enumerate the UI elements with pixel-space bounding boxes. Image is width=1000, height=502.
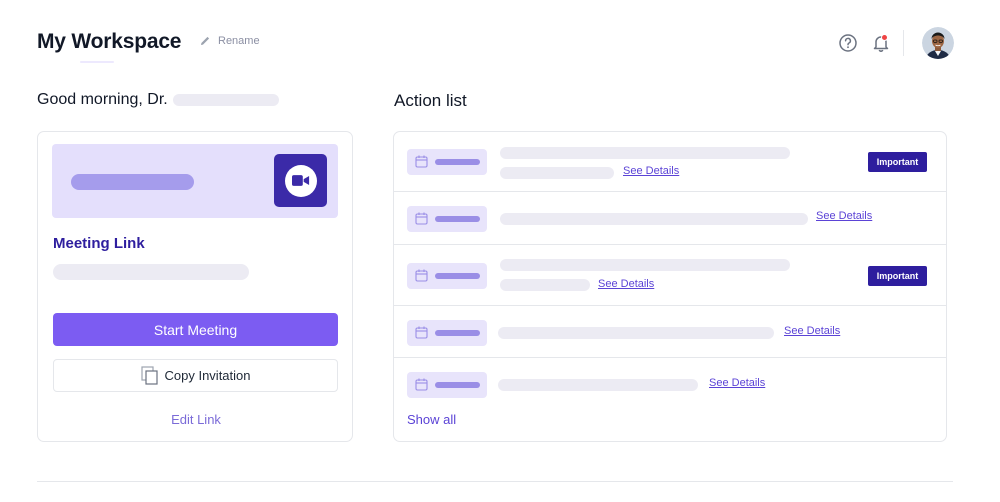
help-icon[interactable] (838, 33, 858, 53)
notification-dot (881, 34, 888, 41)
important-badge: Important (868, 266, 927, 286)
date-chip (407, 149, 487, 175)
action-list-title: Action list (394, 91, 467, 110)
copy-invitation-button[interactable]: Copy Invitation (53, 359, 338, 392)
important-badge: Important (868, 152, 927, 172)
header-divider (903, 30, 904, 56)
date-chip (407, 372, 487, 398)
greeting-text: Good morning, Dr. (37, 91, 168, 108)
meeting-card: Meeting Link Start Meeting Copy Invitati… (37, 131, 353, 442)
meeting-banner (52, 144, 338, 218)
date-chip (407, 263, 487, 289)
video-camera-icon (284, 164, 317, 197)
see-details-link[interactable]: See Details (816, 210, 872, 222)
copy-invitation-label: Copy Invitation (164, 368, 251, 383)
list-item: See Details Important (394, 245, 946, 306)
list-item: See Details (394, 306, 946, 358)
list-item: See Details (394, 358, 946, 410)
see-details-link[interactable]: See Details (709, 377, 765, 389)
pencil-icon (201, 36, 210, 45)
date-chip (407, 320, 487, 346)
rename-button[interactable]: Rename (199, 35, 260, 47)
see-details-link[interactable]: See Details (623, 165, 679, 177)
subtitle-placeholder (500, 167, 614, 179)
date-placeholder (435, 330, 480, 336)
see-details-link[interactable]: See Details (598, 278, 654, 290)
title-placeholder (498, 327, 774, 339)
link-placeholder (53, 264, 249, 280)
start-meeting-button[interactable]: Start Meeting (53, 313, 338, 346)
see-details-link[interactable]: See Details (784, 325, 840, 337)
calendar-icon (415, 212, 428, 225)
date-placeholder (435, 216, 480, 222)
show-all-link[interactable]: Show all (407, 412, 456, 427)
calendar-icon (415, 326, 428, 339)
video-tile (274, 154, 327, 207)
copy-icon (140, 366, 158, 385)
title-placeholder (500, 147, 790, 159)
date-chip (407, 206, 487, 232)
banner-placeholder (71, 174, 194, 190)
rename-label: Rename (218, 35, 260, 47)
calendar-icon (415, 378, 428, 391)
title-underline (80, 61, 114, 63)
meeting-link-title: Meeting Link (53, 235, 145, 252)
list-item: See Details (394, 192, 946, 245)
action-list: See Details Important See Details See De… (393, 131, 947, 442)
name-placeholder (172, 94, 279, 106)
list-item: See Details Important (394, 132, 946, 192)
calendar-icon (415, 269, 428, 282)
edit-link[interactable]: Edit Link (38, 412, 354, 427)
date-placeholder (435, 382, 480, 388)
title-placeholder (500, 259, 790, 271)
subtitle-placeholder (500, 279, 590, 291)
greeting: Good morning, Dr. (37, 91, 279, 109)
footer-divider (37, 481, 953, 482)
title-placeholder (498, 379, 698, 391)
calendar-icon (415, 155, 428, 168)
header: My Workspace Rename (0, 0, 1000, 90)
avatar[interactable] (922, 27, 954, 59)
workspace-title: My Workspace (37, 30, 182, 53)
date-placeholder (435, 159, 480, 165)
date-placeholder (435, 273, 480, 279)
title-placeholder (500, 213, 808, 225)
